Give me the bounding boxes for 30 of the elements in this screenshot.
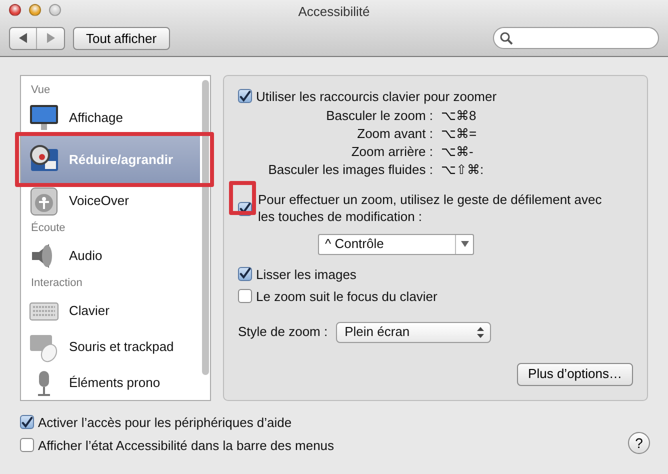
help-button[interactable]: ? xyxy=(628,432,650,454)
shortcut-keys: ⌥⇧⌘: xyxy=(441,160,633,179)
shortcut-keys: ⌥⌘8 xyxy=(441,106,633,125)
sidebar-item[interactable]: Audio xyxy=(21,238,200,274)
more-options-button[interactable]: Plus d’options… xyxy=(517,362,633,386)
sidebar-item[interactable]: Éléments prono xyxy=(21,364,200,401)
checkbox-label[interactable]: Le zoom suit le focus du clavier xyxy=(256,288,438,306)
zoom-style-label: Style de zoom : xyxy=(238,323,328,341)
shortcut-label: Zoom arrière : xyxy=(350,142,433,161)
sidebar-item[interactable]: Clavier xyxy=(21,292,200,329)
shortcut-keys: ⌥⌘- xyxy=(441,142,633,161)
shortcut-label: Basculer le zoom : xyxy=(325,106,433,125)
sidebar-item[interactable]: Affichage xyxy=(21,100,200,136)
checkbox-label[interactable]: Utiliser les raccourcis clavier pour zoomer xyxy=(256,88,497,106)
checkbox-label[interactable]: Lisser les images xyxy=(256,266,356,284)
section-header: Vue xyxy=(30,83,52,98)
sidebar-item[interactable]: VoiceOver xyxy=(21,182,200,219)
window-title: Accessibilité xyxy=(298,4,370,19)
checkbox-label[interactable]: Afficher l’état Accessibilité dans la barre des menus xyxy=(38,436,334,454)
section-header: Interaction xyxy=(30,276,84,291)
show-all-button[interactable]: Tout afficher xyxy=(73,26,170,50)
sidebar-item[interactable]: Souris et trackpad xyxy=(21,328,200,365)
modifier-dropdown[interactable]: ^ Contrôle xyxy=(318,234,474,255)
zoom-style-popup[interactable]: Plein écran xyxy=(336,322,491,343)
checkbox-label[interactable]: Activer l’accès pour les périphériques d’aide xyxy=(38,414,292,432)
shortcut-label: Zoom avant : xyxy=(356,124,433,143)
shortcut-keys: ⌥⌘= xyxy=(441,124,633,143)
section-header: Écoute xyxy=(30,220,66,236)
checkbox-label[interactable]: Pour effectuer un zoom, utilisez le geste de défilement avec les touches de modification : xyxy=(258,190,608,226)
shortcut-label: Basculer les images fluides : xyxy=(267,160,433,179)
